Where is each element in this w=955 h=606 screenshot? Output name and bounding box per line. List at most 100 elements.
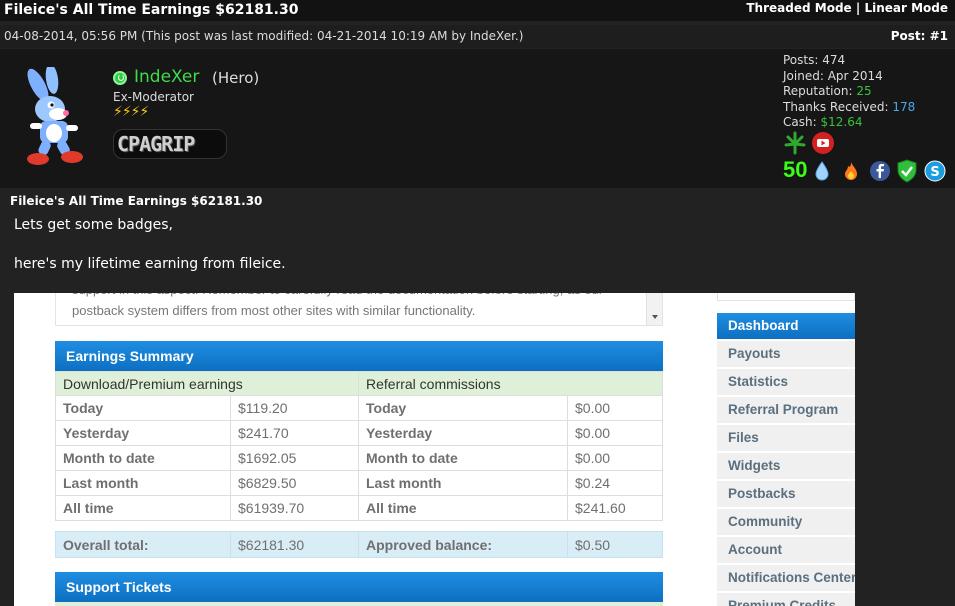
row-value: $6829.50 <box>230 470 359 496</box>
earnings-summary-header: Earnings Summary <box>55 341 663 371</box>
nav-item-premium-credits[interactable]: Premium Credits <box>717 593 855 606</box>
svg-text:S: S <box>930 165 939 180</box>
support-tickets-header: Support Tickets <box>55 572 663 602</box>
notice-box: support in this aspect. Remember to care… <box>55 293 663 326</box>
ref-row-label: Yesterday <box>358 420 568 446</box>
water-drop-icon <box>815 161 829 181</box>
shield-icon <box>897 159 917 183</box>
nav-item-dashboard[interactable]: Dashboard <box>717 313 855 339</box>
badge-row-bottom: 50 S <box>783 157 953 183</box>
posts-value: 474 <box>822 53 846 67</box>
ref-row-value: $0.00 <box>567 395 663 421</box>
ref-row-label: Today <box>358 395 568 421</box>
table-row: Month to date $1692.05 Month to date $0.… <box>55 445 663 471</box>
post-subject: Fileice's All Time Earnings $62181.30 <box>10 194 263 208</box>
row-value: $119.20 <box>230 395 359 421</box>
user-rank: (Hero) <box>212 69 260 87</box>
thread-header: Fileice's All Time Earnings $62181.30 Th… <box>0 0 955 21</box>
cash-label: Cash: <box>783 115 817 129</box>
rank-bolts-icon: ⚡⚡⚡⚡ <box>113 104 149 120</box>
badge-50: 50 <box>783 157 808 182</box>
cpagrip-logo[interactable]: CPAGRIP <box>113 129 227 159</box>
flame-icon <box>845 162 857 180</box>
joined-value: Apr 2014 <box>827 68 883 83</box>
row-value: $1692.05 <box>230 445 359 471</box>
row-label: Yesterday <box>55 420 231 446</box>
nav-item-notifications-center[interactable]: Notifications Center <box>717 565 855 591</box>
post-text-line: here's my lifetime earning from fileice. <box>14 256 286 272</box>
support-tickets-subheader <box>55 602 663 606</box>
ref-row-value: $0.24 <box>567 470 663 496</box>
row-value: $241.70 <box>230 420 359 446</box>
stat-reputation: Reputation: 25 <box>783 84 915 100</box>
notice-scrollbar[interactable] <box>646 293 662 325</box>
leaf-icon <box>784 131 806 155</box>
nav-item-community[interactable]: Community <box>717 509 855 535</box>
post-number-link[interactable]: Post: #1 <box>891 29 948 43</box>
user-stats: Posts: 474 Joined: Apr 2014 Reputation: … <box>783 53 915 131</box>
nav-item-payouts[interactable]: Payouts <box>717 341 855 367</box>
linear-mode-link[interactable]: Linear Mode <box>864 1 948 15</box>
username-link[interactable]: IndeXer <box>134 67 199 87</box>
post-meta-bar: 04-08-2014, 05:56 PM (This post was last… <box>0 25 955 48</box>
earnings-subheader-row: Download/Premium earnings Referral commi… <box>55 371 663 396</box>
user-title: Ex-Moderator <box>113 90 194 104</box>
referral-header: Referral commissions <box>358 371 663 396</box>
cash-value: $12.64 <box>820 115 863 129</box>
totals-row: Overall total: $62181.30 Approved balanc… <box>55 531 663 558</box>
row-label: All time <box>55 495 231 521</box>
ref-row-label: All time <box>358 495 568 521</box>
nav-item-widgets[interactable]: Widgets <box>717 453 855 479</box>
totals-table: Overall total: $62181.30 Approved balanc… <box>55 531 663 558</box>
nav-item-postbacks[interactable]: Postbacks <box>717 481 855 507</box>
stat-joined: Joined: Apr 2014 <box>783 69 915 85</box>
row-label: Today <box>55 395 231 421</box>
row-label: Month to date <box>55 445 231 471</box>
online-status-icon <box>113 71 127 85</box>
stat-thanks: Thanks Received: 178 <box>783 100 915 116</box>
joined-label: Joined: <box>783 68 824 83</box>
author-panel: IndeXer (Hero) Ex-Moderator ⚡⚡⚡⚡ CPAGRIP… <box>0 49 955 188</box>
ref-row-label: Month to date <box>358 445 568 471</box>
dashboard-side-nav: Dashboard Payouts Statistics Referral Pr… <box>717 293 855 606</box>
ref-row-value: $0.00 <box>567 445 663 471</box>
nav-item-referral-program[interactable]: Referral Program <box>717 397 855 423</box>
download-earnings-header: Download/Premium earnings <box>55 371 359 396</box>
stat-cash: Cash: $12.64 <box>783 115 915 131</box>
threaded-mode-link[interactable]: Threaded Mode <box>746 1 851 15</box>
reputation-value[interactable]: 25 <box>856 84 871 98</box>
post-date: 04-08-2014, 05:56 PM (This post was last… <box>4 29 524 43</box>
nav-item-files[interactable]: Files <box>717 425 855 451</box>
notice-text: support in this aspect. Remember to care… <box>72 293 603 318</box>
ref-row-value: $0.00 <box>567 420 663 446</box>
row-value: $61939.70 <box>230 495 359 521</box>
table-row: Last month $6829.50 Last month $0.24 <box>55 470 663 496</box>
thread-title: Fileice's All Time Earnings $62181.30 <box>4 2 299 18</box>
nav-item-statistics[interactable]: Statistics <box>717 369 855 395</box>
overall-total-label: Overall total: <box>55 531 231 558</box>
approved-balance-label: Approved balance: <box>358 531 568 558</box>
ref-row-label: Last month <box>358 470 568 496</box>
reputation-label: Reputation: <box>783 84 853 98</box>
ref-row-value: $241.60 <box>567 495 663 521</box>
post-body: Fileice's All Time Earnings $62181.30 Le… <box>0 189 955 606</box>
facebook-icon <box>870 161 890 181</box>
skype-icon: S <box>924 160 946 182</box>
nav-item-account[interactable]: Account <box>717 537 855 563</box>
stat-posts: Posts: 474 <box>783 53 915 69</box>
mode-links: Threaded Mode | Linear Mode <box>746 0 948 16</box>
mode-separator: | <box>855 1 861 15</box>
row-label: Last month <box>55 470 231 496</box>
thanks-label: Thanks Received: <box>783 99 889 114</box>
embedded-screenshot[interactable]: support in this aspect. Remember to care… <box>14 293 855 606</box>
overall-total-value: $62181.30 <box>230 531 359 558</box>
earnings-table: Download/Premium earnings Referral commi… <box>55 371 663 521</box>
youtube-icon <box>812 132 834 154</box>
badge-row-top <box>783 131 843 155</box>
posts-label: Posts: <box>783 53 819 67</box>
thanks-value[interactable]: 178 <box>892 100 915 114</box>
approved-balance-value: $0.50 <box>567 531 663 558</box>
table-row: Yesterday $241.70 Yesterday $0.00 <box>55 420 663 446</box>
avatar[interactable] <box>22 67 88 170</box>
table-row: Today $119.20 Today $0.00 <box>55 395 663 421</box>
